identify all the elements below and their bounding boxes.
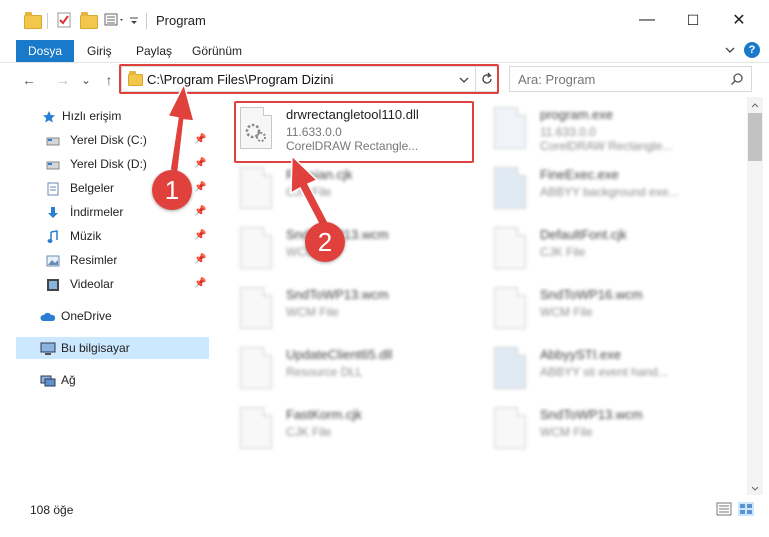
status-bar: 108 öğe [0, 497, 769, 521]
annotation-marker-2: 2 [305, 222, 345, 262]
annotation-marker-1: 1 [152, 170, 192, 210]
arrow-2-icon [290, 154, 332, 231]
annotation-arrows [166, 81, 332, 231]
large-icons-view-icon[interactable] [738, 502, 754, 516]
arrow-1-icon [166, 81, 196, 173]
details-view-icon[interactable] [716, 502, 732, 516]
item-count: 108 öğe [30, 503, 74, 517]
